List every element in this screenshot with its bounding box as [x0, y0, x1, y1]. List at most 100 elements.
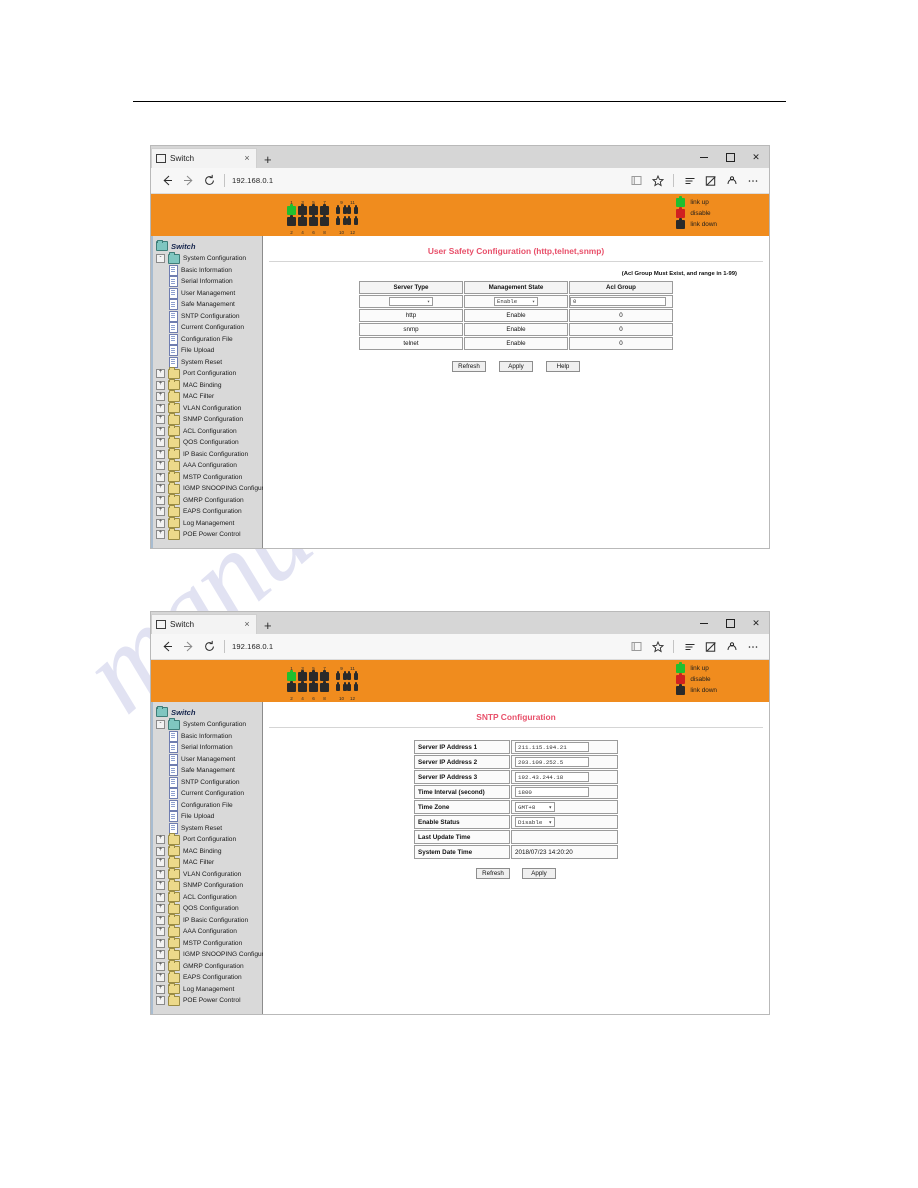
tab-close-icon[interactable]: ×: [242, 154, 252, 163]
sidebar-folder-poe-power-control[interactable]: + POE Power Control: [153, 994, 262, 1007]
server-ip-address-3-input[interactable]: 192.43.244.18: [515, 772, 589, 782]
sidebar-folder-eaps-configuration[interactable]: + EAPS Configuration: [153, 505, 262, 518]
sidebar-item-safe-management[interactable]: Safe Management: [153, 765, 262, 777]
expand-icon[interactable]: +: [156, 392, 165, 402]
browser-tab-switch[interactable]: Switch ×: [151, 148, 257, 168]
url-text[interactable]: 192.168.0.1: [232, 642, 626, 651]
server-ip-address-2-input[interactable]: 203.109.252.5: [515, 757, 589, 767]
expand-icon[interactable]: +: [156, 484, 165, 494]
expand-icon[interactable]: +: [156, 530, 165, 540]
expand-icon[interactable]: +: [156, 927, 165, 937]
reading-list-icon[interactable]: [626, 636, 647, 657]
expand-icon[interactable]: +: [156, 835, 165, 845]
sidebar-group-system-configuration[interactable]: - System Configuration: [153, 252, 262, 265]
port-icon-2[interactable]: [286, 215, 297, 227]
note-pen-icon[interactable]: [700, 170, 721, 191]
sidebar-folder-mac-filter[interactable]: + MAC Filter: [153, 390, 262, 403]
ellipsis-icon[interactable]: [742, 636, 763, 657]
port-icon-4[interactable]: [297, 215, 308, 227]
star-icon[interactable]: [647, 636, 668, 657]
port-icon-10[interactable]: [336, 682, 347, 693]
sidebar-item-system-reset[interactable]: System Reset: [153, 822, 262, 835]
management-state-select[interactable]: Enable ▾: [494, 297, 538, 306]
sidebar-folder-acl-configuration[interactable]: + ACL Configuration: [153, 890, 262, 904]
forward-arrow-icon[interactable]: [178, 636, 199, 657]
port-icon-10[interactable]: [336, 216, 347, 227]
window-minimize-button[interactable]: [691, 146, 717, 168]
port-icon-12[interactable]: [347, 682, 358, 693]
refresh-button[interactable]: Refresh: [452, 361, 486, 372]
sidebar-folder-gmrp-configuration[interactable]: + GMRP Configuration: [153, 959, 262, 973]
sidebar-root-switch[interactable]: Switch: [153, 705, 262, 719]
sidebar-folder-mac-filter[interactable]: + MAC Filter: [153, 856, 262, 869]
window-close-button[interactable]: ✕: [743, 612, 769, 634]
expand-icon[interactable]: +: [156, 495, 165, 505]
refresh-icon[interactable]: [199, 170, 220, 191]
sidebar-folder-mstp-configuration[interactable]: + MSTP Configuration: [153, 470, 262, 484]
back-arrow-icon[interactable]: [157, 170, 178, 191]
reading-list-icon[interactable]: [626, 170, 647, 191]
sidebar-folder-vlan-configuration[interactable]: + VLAN Configuration: [153, 401, 262, 415]
hub-lines-icon[interactable]: [679, 170, 700, 191]
expand-icon[interactable]: +: [156, 858, 165, 868]
collapse-icon[interactable]: -: [156, 254, 165, 264]
port-icon-2[interactable]: [286, 681, 297, 693]
expand-icon[interactable]: +: [156, 915, 165, 925]
expand-icon[interactable]: +: [156, 984, 165, 994]
sidebar-folder-eaps-configuration[interactable]: + EAPS Configuration: [153, 971, 262, 984]
share-icon[interactable]: [721, 636, 742, 657]
forward-arrow-icon[interactable]: [178, 170, 199, 191]
sidebar-item-current-configuration[interactable]: Current Configuration: [153, 322, 262, 334]
port-icon-6[interactable]: [308, 215, 319, 227]
apply-button[interactable]: Apply: [522, 868, 556, 879]
sidebar-folder-poe-power-control[interactable]: + POE Power Control: [153, 528, 262, 541]
new-tab-button[interactable]: +: [264, 153, 272, 166]
ellipsis-icon[interactable]: [742, 170, 763, 191]
new-tab-button[interactable]: +: [264, 619, 272, 632]
hub-lines-icon[interactable]: [679, 636, 700, 657]
expand-icon[interactable]: +: [156, 892, 165, 902]
expand-icon[interactable]: +: [156, 518, 165, 528]
star-icon[interactable]: [647, 170, 668, 191]
sidebar-folder-acl-configuration[interactable]: + ACL Configuration: [153, 424, 262, 438]
expand-icon[interactable]: +: [156, 846, 165, 856]
sidebar-folder-aaa-configuration[interactable]: + AAA Configuration: [153, 925, 262, 938]
sidebar-item-basic-information[interactable]: Basic Information: [153, 264, 262, 277]
server-type-select[interactable]: ▾: [389, 297, 433, 307]
time-zone-select[interactable]: GMT+8 ▾: [515, 802, 555, 812]
sidebar-item-file-upload[interactable]: File Upload: [153, 811, 262, 823]
note-pen-icon[interactable]: [700, 636, 721, 657]
expand-icon[interactable]: +: [156, 950, 165, 960]
port-icon-11[interactable]: [347, 205, 358, 216]
expand-icon[interactable]: +: [156, 472, 165, 482]
expand-icon[interactable]: +: [156, 904, 165, 914]
expand-icon[interactable]: +: [156, 961, 165, 971]
url-text[interactable]: 192.168.0.1: [232, 176, 626, 185]
port-icon-8[interactable]: [319, 215, 330, 227]
sidebar-folder-mac-binding[interactable]: + MAC Binding: [153, 378, 262, 392]
time-interval-input[interactable]: 1800: [515, 787, 589, 797]
sidebar-item-current-configuration[interactable]: Current Configuration: [153, 788, 262, 800]
port-icon-9[interactable]: [336, 205, 347, 216]
port-icon-6[interactable]: [308, 681, 319, 693]
apply-button[interactable]: Apply: [499, 361, 533, 372]
server-ip-address-1-input[interactable]: 211.115.194.21: [515, 742, 589, 752]
collapse-icon[interactable]: -: [156, 720, 165, 730]
expand-icon[interactable]: +: [156, 996, 165, 1006]
expand-icon[interactable]: +: [156, 369, 165, 379]
sidebar-item-safe-management[interactable]: Safe Management: [153, 299, 262, 311]
sidebar-folder-ip-basic-configuration[interactable]: + IP Basic Configuration: [153, 447, 262, 461]
expand-icon[interactable]: +: [156, 380, 165, 390]
back-arrow-icon[interactable]: [157, 636, 178, 657]
sidebar-item-user-management[interactable]: User Management: [153, 287, 262, 300]
refresh-button[interactable]: Refresh: [476, 868, 510, 879]
expand-icon[interactable]: +: [156, 507, 165, 517]
expand-icon[interactable]: +: [156, 426, 165, 436]
sidebar-folder-mstp-configuration[interactable]: + MSTP Configuration: [153, 936, 262, 950]
port-icon-4[interactable]: [297, 681, 308, 693]
enable-status-select[interactable]: Disable ▾: [515, 817, 555, 827]
browser-tab-switch[interactable]: Switch ×: [151, 614, 257, 634]
sidebar-folder-qos-configuration[interactable]: + QOS Configuration: [153, 436, 262, 449]
expand-icon[interactable]: +: [156, 415, 165, 425]
sidebar-folder-igmp-snooping-configuration[interactable]: + IGMP SNOOPING Configur: [153, 482, 264, 495]
